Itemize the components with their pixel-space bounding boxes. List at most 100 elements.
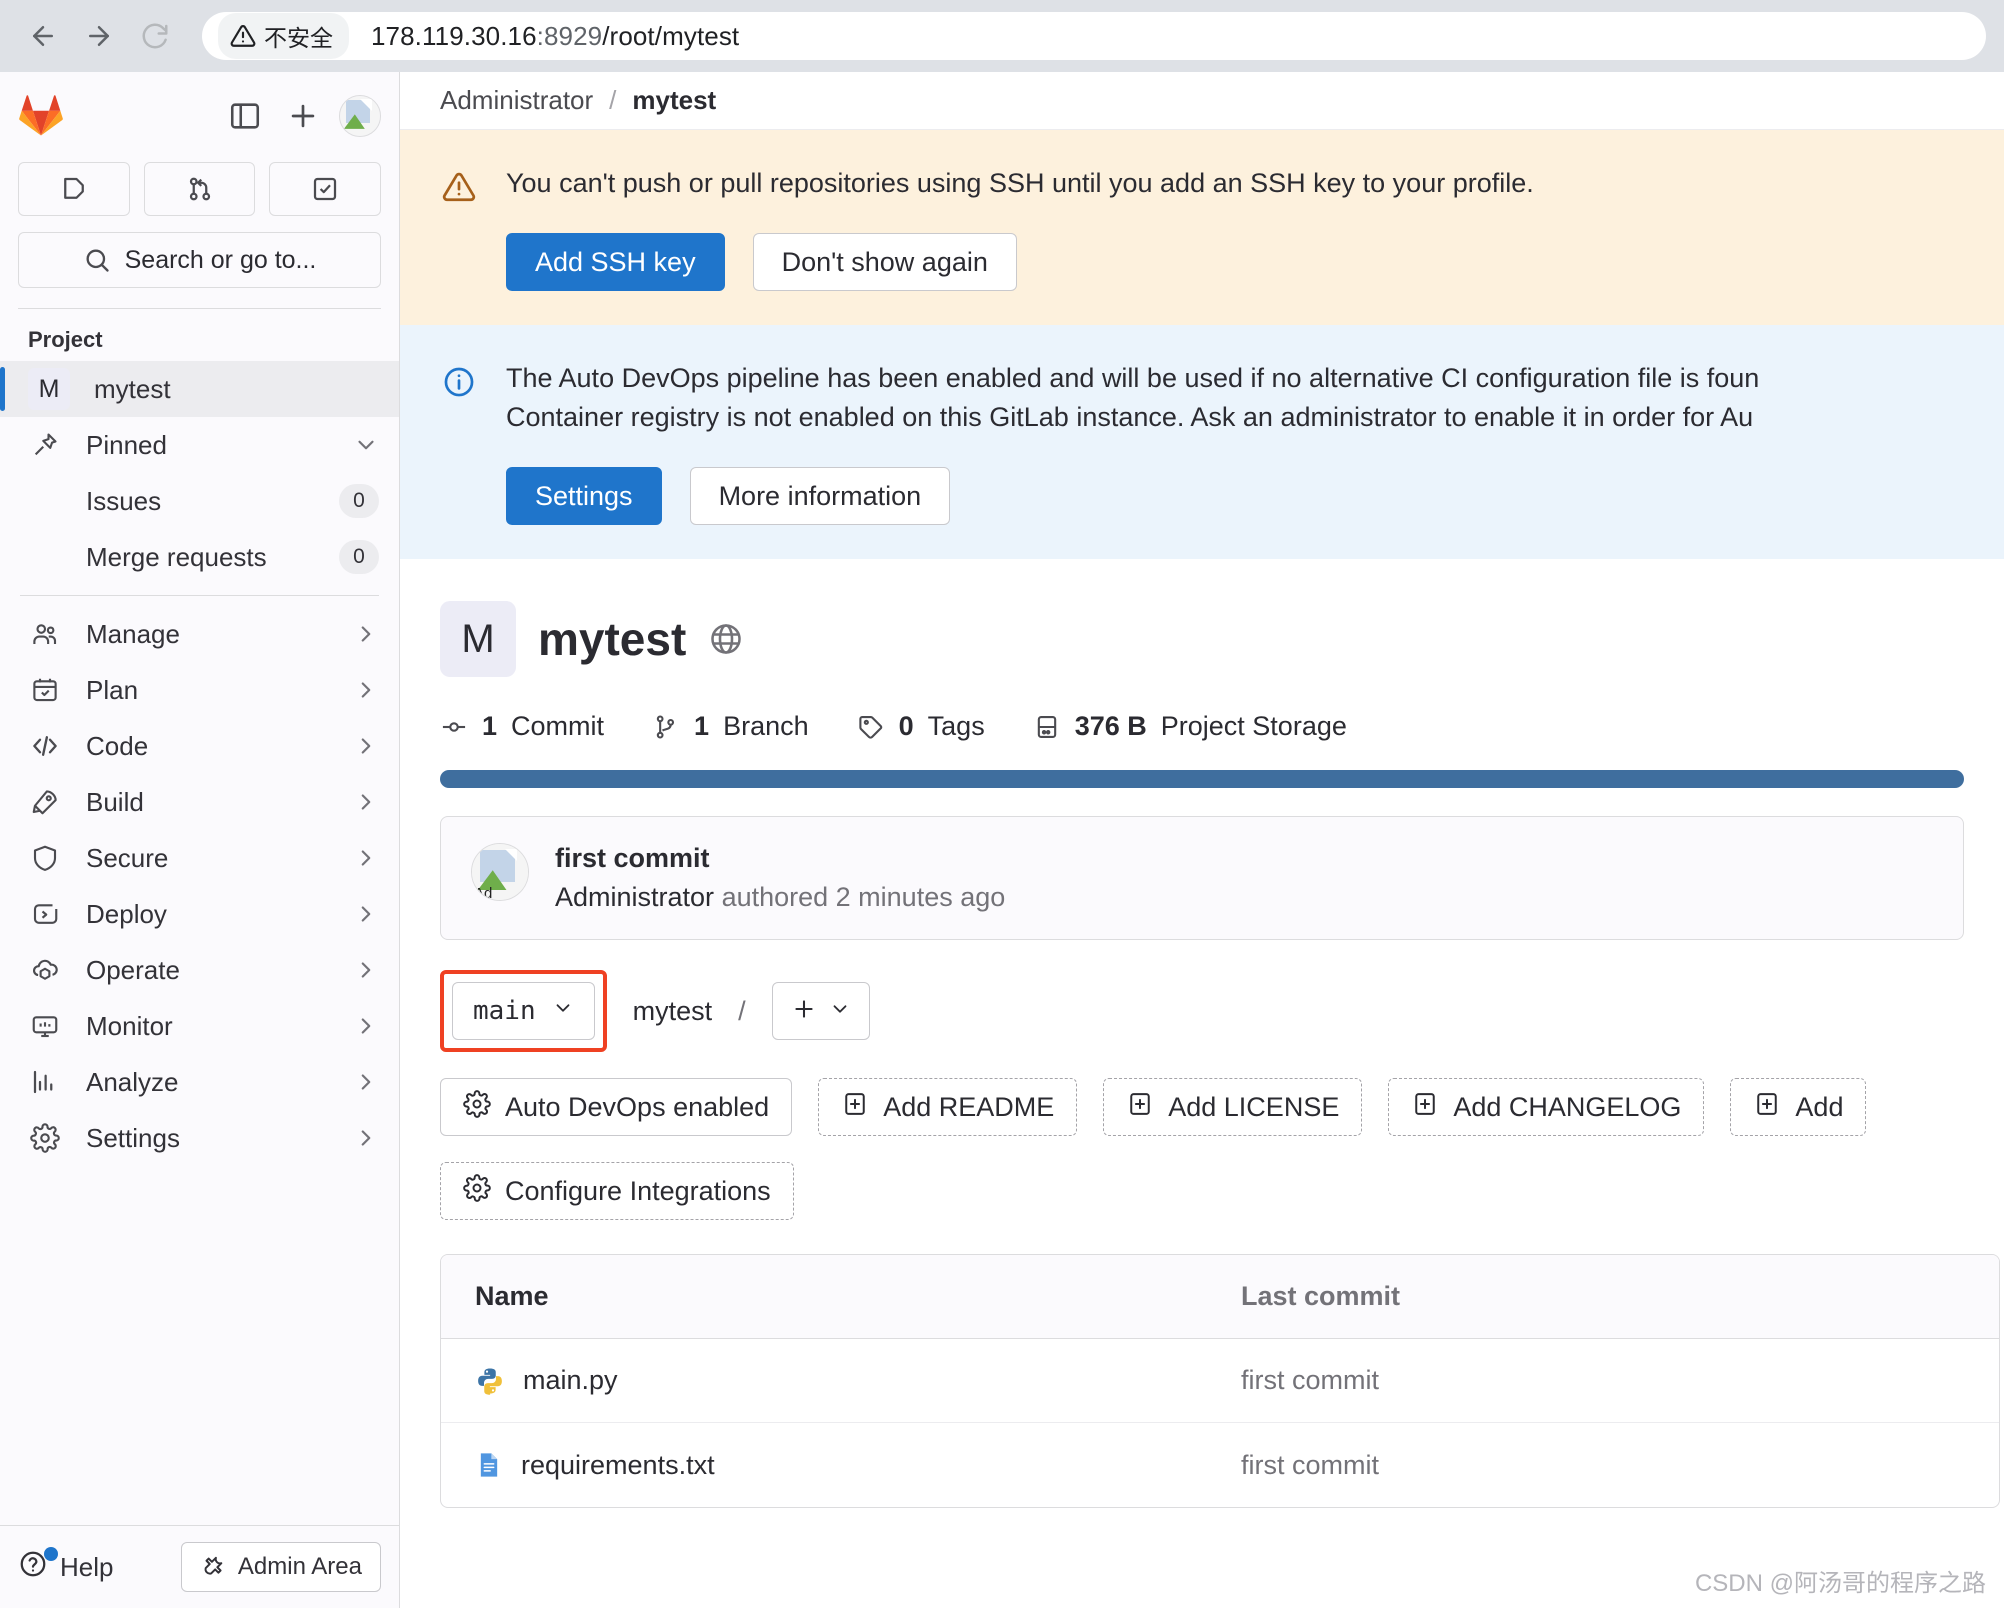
project-header: M mytest 1 Commit 1 Branch 0 Tags 376 B … <box>400 559 2004 742</box>
breadcrumb-current[interactable]: mytest <box>632 85 716 116</box>
chart-icon <box>28 1067 62 1097</box>
chevron-right-icon <box>353 1013 379 1039</box>
add-more-button[interactable]: Add <box>1730 1078 1867 1137</box>
sidebar-item-issues[interactable]: Issues 0 <box>0 473 399 529</box>
repo-path[interactable]: mytest <box>633 996 713 1027</box>
stat-tags[interactable]: 0 Tags <box>857 711 985 742</box>
settings-button[interactable]: Settings <box>506 467 662 526</box>
sidebar-item-monitor[interactable]: Monitor <box>0 998 399 1054</box>
configure-integrations-button[interactable]: Configure Integrations <box>440 1162 794 1221</box>
todo-check-icon <box>314 177 337 201</box>
ssh-key-alert-body: You can't push or pull repositories usin… <box>506 164 1964 292</box>
address-bar[interactable]: 不安全 178.119.30.16:8929/root/mytest <box>202 12 1986 60</box>
broken-image-icon: Ad <box>472 844 528 901</box>
more-information-button[interactable]: More information <box>689 467 951 526</box>
file-name-cell[interactable]: requirements.txt <box>441 1450 1241 1481</box>
stat-commits[interactable]: 1 Commit <box>440 711 604 742</box>
sidebar-item-code[interactable]: Code <box>0 718 399 774</box>
commit-author[interactable]: Administrator <box>555 882 714 912</box>
url-host: 178.119.30.16 <box>371 20 537 51</box>
add-readme-button[interactable]: Add README <box>818 1078 1078 1137</box>
add-to-repo-button[interactable] <box>771 982 870 1041</box>
security-badge[interactable]: 不安全 <box>218 13 349 59</box>
gear-icon <box>463 1174 491 1209</box>
breadcrumb-parent[interactable]: Administrator <box>440 85 593 116</box>
stat-branches[interactable]: 1 Branch <box>652 711 809 742</box>
sidebar-footer: Help Admin Area <box>0 1525 399 1608</box>
stat-storage[interactable]: 376 B Project Storage <box>1033 711 1347 742</box>
repository-file-table: Name Last commit main.py first commit re… <box>440 1254 2000 1509</box>
commit-info: first commit Administrator authored 2 mi… <box>555 843 1005 913</box>
tag-icon <box>857 713 885 741</box>
project-stats: 1 Commit 1 Branch 0 Tags 376 B Project S… <box>440 711 1964 742</box>
branch-selector[interactable]: main <box>452 982 595 1041</box>
search-placeholder: Search or go to... <box>124 245 317 274</box>
back-button[interactable] <box>18 11 68 61</box>
add-license-button[interactable]: Add LICENSE <box>1103 1078 1363 1137</box>
chevron-right-icon <box>353 733 379 759</box>
sidebar-item-settings[interactable]: Settings <box>0 1110 399 1166</box>
table-header-row: Name Last commit <box>441 1255 1999 1340</box>
stat-tags-value: 0 <box>898 711 914 742</box>
sidebar-item-build[interactable]: Build <box>0 774 399 830</box>
user-avatar[interactable] <box>339 95 381 137</box>
forward-button[interactable] <box>74 11 124 61</box>
todos-quick-button[interactable] <box>269 162 382 216</box>
help-button[interactable]: Help <box>18 1546 113 1586</box>
column-header-last-commit: Last commit <box>1241 1281 1401 1312</box>
sidebar-toggle-button[interactable] <box>223 94 267 138</box>
dont-show-again-button[interactable]: Don't show again <box>752 233 1017 292</box>
cloud-cube-icon <box>28 955 62 985</box>
sidebar-item-label: Build <box>86 786 144 817</box>
text-file-icon <box>480 1453 498 1478</box>
auto-devops-enabled-button[interactable]: Auto DevOps enabled <box>440 1078 793 1137</box>
sidebar-item-pinned[interactable]: Pinned <box>0 417 399 473</box>
file-name-cell[interactable]: main.py <box>441 1365 1241 1396</box>
search-input[interactable]: Search or go to... <box>18 232 381 288</box>
table-row[interactable]: requirements.txt first commit <box>441 1423 1999 1507</box>
users-icon <box>28 619 62 649</box>
sidebar-section-title: Project <box>28 327 103 352</box>
pin-icon <box>28 431 62 459</box>
commit-message[interactable]: first commit <box>555 843 1005 874</box>
wrench-icon <box>200 1551 226 1584</box>
sidebar-item-analyze[interactable]: Analyze <box>0 1054 399 1110</box>
commit-author-avatar[interactable]: Ad <box>471 843 529 902</box>
sidebar-item-secure[interactable]: Secure <box>0 830 399 886</box>
sidebar-item-mytest[interactable]: M mytest <box>0 361 399 417</box>
sidebar-item-operate[interactable]: Operate <box>0 942 399 998</box>
help-notification-dot <box>44 1546 58 1561</box>
add-changelog-button[interactable]: Add CHANGELOG <box>1388 1078 1705 1137</box>
sidebar-item-label: Issues <box>86 485 162 516</box>
table-row[interactable]: main.py first commit <box>441 1339 1999 1424</box>
merge-requests-quick-button[interactable] <box>143 162 256 216</box>
issues-count-badge: 0 <box>339 484 379 518</box>
chevron-right-icon <box>353 621 379 647</box>
reload-button[interactable] <box>130 11 180 61</box>
page-title: mytest <box>538 613 687 666</box>
new-item-button[interactable] <box>281 94 325 138</box>
search-icon <box>86 249 109 272</box>
chevron-right-icon <box>353 1069 379 1095</box>
sidebar-item-manage[interactable]: Manage <box>0 606 399 662</box>
issues-quick-button[interactable] <box>18 162 130 216</box>
sidebar-item-label: mytest <box>94 373 171 404</box>
gitlab-logo[interactable] <box>18 94 64 138</box>
stat-storage-label: Project Storage <box>1160 711 1347 742</box>
file-last-commit[interactable]: first commit <box>1241 1450 1999 1481</box>
deploy-icon <box>28 899 62 929</box>
add-more-label: Add <box>1795 1091 1844 1122</box>
sidebar-item-deploy[interactable]: Deploy <box>0 886 399 942</box>
stat-commits-label: Commit <box>511 711 605 742</box>
file-name: requirements.txt <box>521 1449 715 1480</box>
main-content: Administrator / mytest You can't push or… <box>400 72 2004 1608</box>
sidebar-item-label: Deploy <box>86 898 167 929</box>
sidebar-item-plan[interactable]: Plan <box>0 662 399 718</box>
add-ssh-key-button[interactable]: Add SSH key <box>506 233 725 292</box>
branch-icon <box>652 713 680 741</box>
admin-area-button[interactable]: Admin Area <box>180 1542 381 1592</box>
sidebar-item-merge-requests[interactable]: Merge requests 0 <box>0 529 399 585</box>
file-last-commit[interactable]: first commit <box>1241 1365 1999 1396</box>
plus-icon <box>791 996 817 1027</box>
chevron-right-icon <box>353 677 379 703</box>
